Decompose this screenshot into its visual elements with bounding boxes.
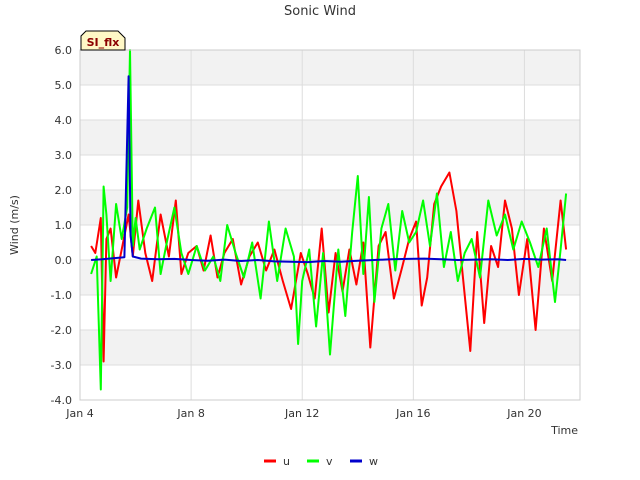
y-tick-label: -4.0 <box>51 394 72 407</box>
y-tick-label: 3.0 <box>55 149 73 162</box>
y-tick-label: -1.0 <box>51 289 72 302</box>
legend-swatch-w <box>350 459 362 463</box>
x-tick-label: Jan 12 <box>284 407 319 420</box>
x-tick-label: Jan 4 <box>65 407 93 420</box>
legend: u v w <box>264 455 378 468</box>
legend-label-v: v <box>326 455 333 468</box>
badge-label: SI_flx <box>87 36 120 49</box>
y-tick-label: 6.0 <box>55 44 73 57</box>
legend-label-u: u <box>283 455 290 468</box>
legend-swatch-u <box>264 459 276 463</box>
y-axis-label: Wind (m/s) <box>8 195 21 255</box>
y-tick-label: -3.0 <box>51 359 72 372</box>
x-axis-ticks: Jan 4 Jan 8 Jan 12 Jan 16 Jan 20 <box>65 407 541 420</box>
legend-label-w: w <box>369 455 378 468</box>
sonic-wind-chart: Sonic Wind -4.0 -3.0 -2.0 -1.0 0.0 1.0 2.0 3.0 4… <box>8 4 581 468</box>
y-tick-label: 5.0 <box>55 79 73 92</box>
legend-swatch-v <box>307 459 319 463</box>
chart-title: Sonic Wind <box>284 4 356 19</box>
x-tick-label: Jan 20 <box>506 407 541 420</box>
plot-band <box>80 50 580 85</box>
y-tick-label: 1.0 <box>55 219 73 232</box>
y-tick-label: 4.0 <box>55 114 73 127</box>
station-badge: SI_flx <box>80 30 126 51</box>
plot-band <box>80 120 580 155</box>
x-tick-label: Jan 16 <box>395 407 430 420</box>
y-tick-label: 2.0 <box>55 184 73 197</box>
x-tick-label: Jan 8 <box>176 407 204 420</box>
y-axis-ticks: -4.0 -3.0 -2.0 -1.0 0.0 1.0 2.0 3.0 4.0 5.0 6.0 <box>51 44 72 407</box>
y-tick-label: 0.0 <box>55 254 73 267</box>
y-tick-label: -2.0 <box>51 324 72 337</box>
x-axis-label: Time <box>550 424 578 437</box>
